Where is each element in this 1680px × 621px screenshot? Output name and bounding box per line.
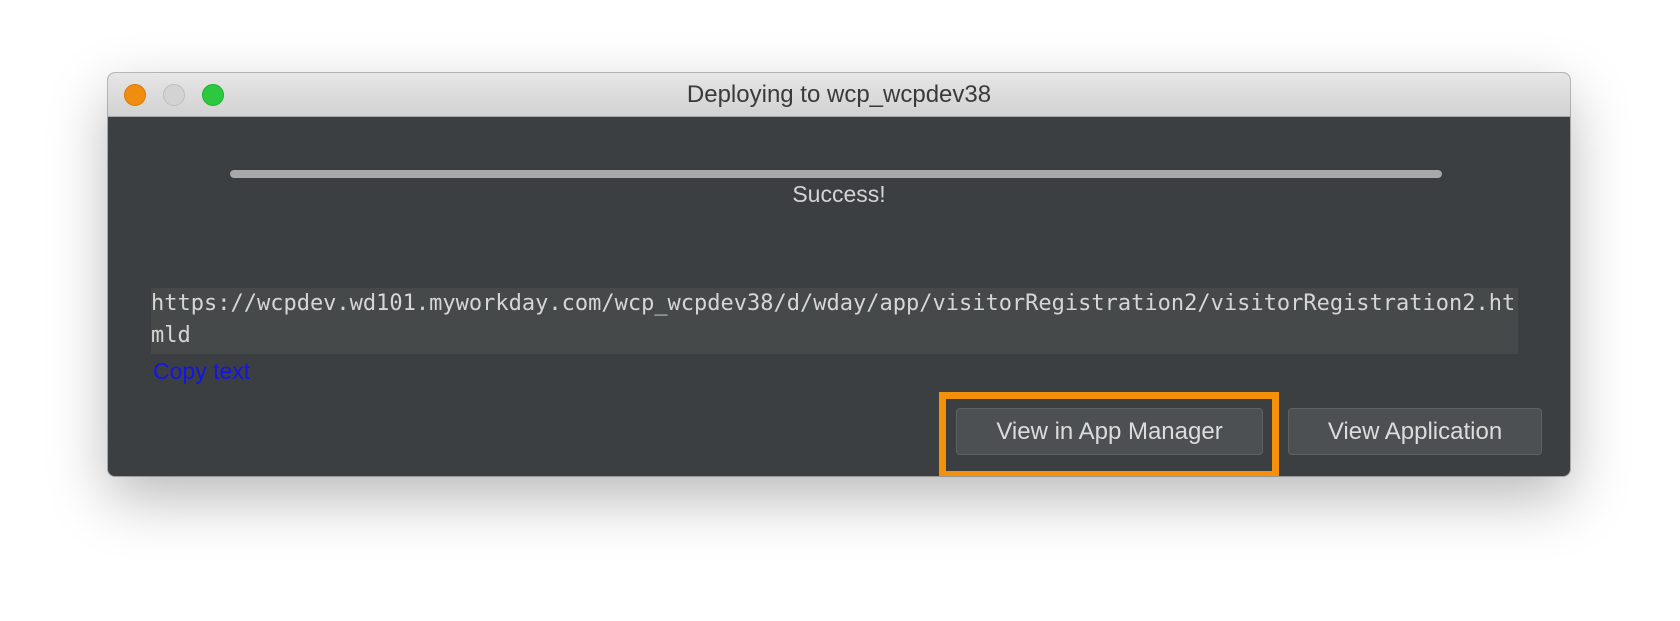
progress-bar-fill: [230, 170, 1442, 178]
deployed-url-box[interactable]: https://wcpdev.wd101.myworkday.com/wcp_w…: [151, 288, 1518, 354]
deploy-dialog-window: Deploying to wcp_wcpdev38 Success! https…: [108, 73, 1570, 476]
window-title: Deploying to wcp_wcpdev38: [686, 81, 992, 108]
status-message: Success!: [792, 181, 886, 207]
view-application-button[interactable]: View Application: [1288, 408, 1542, 455]
progress-bar: [230, 170, 1442, 178]
view-in-app-manager-button[interactable]: View in App Manager: [956, 408, 1263, 455]
deployed-url-text[interactable]: https://wcpdev.wd101.myworkday.com/wcp_w…: [151, 288, 1518, 352]
title-bar: Deploying to wcp_wcpdev38: [108, 73, 1570, 117]
copy-text-link[interactable]: Copy text: [153, 358, 250, 385]
